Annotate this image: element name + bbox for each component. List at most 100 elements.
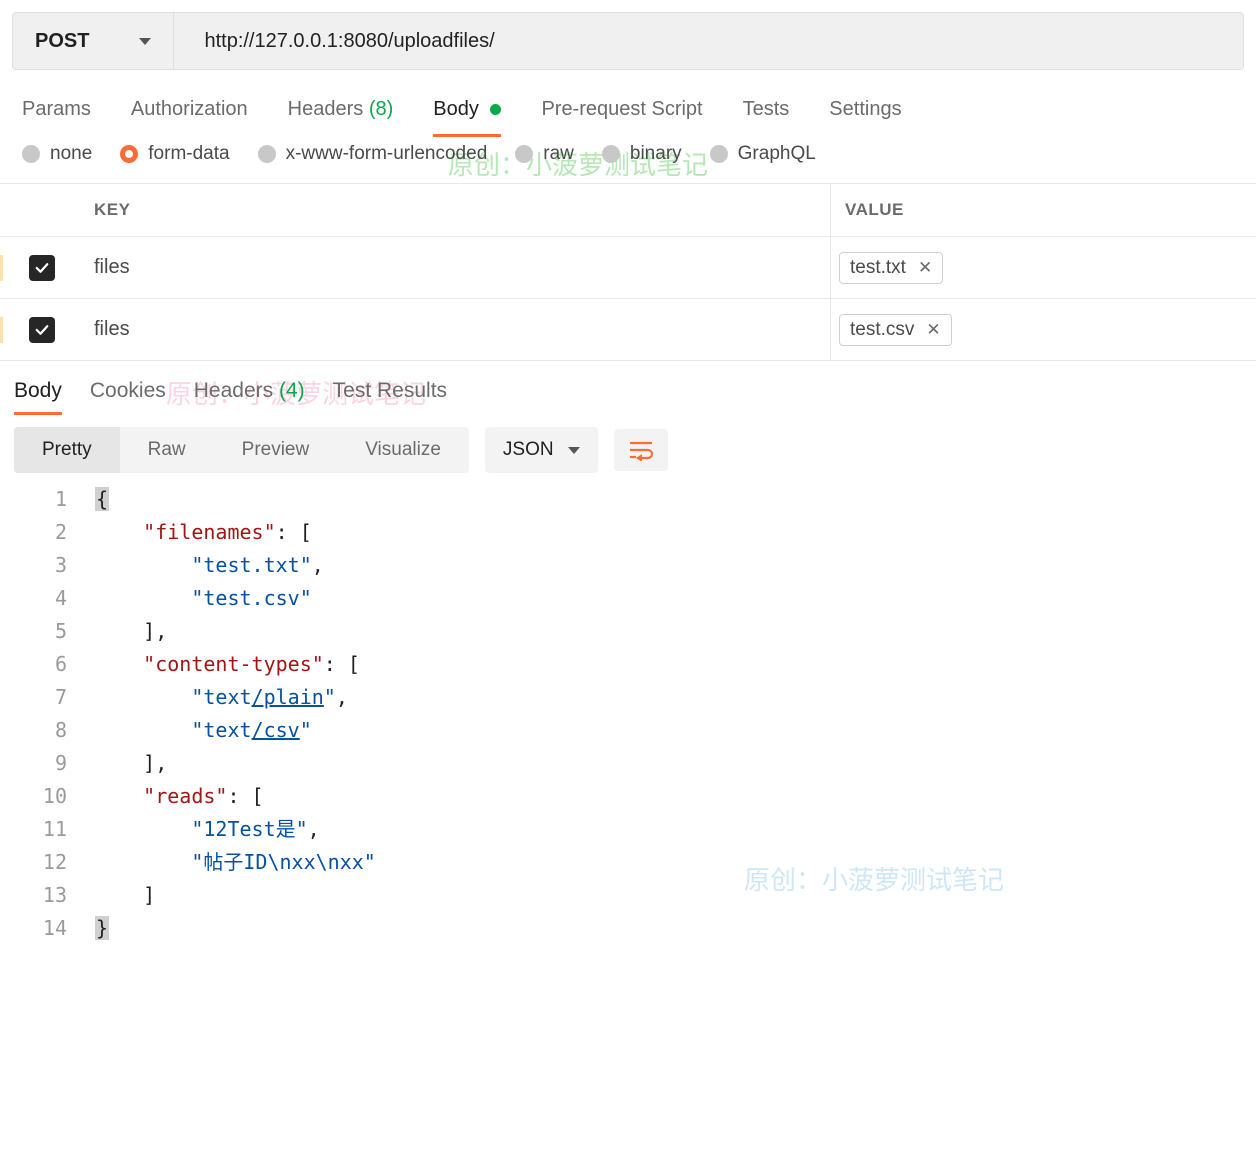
column-value: VALUE [830, 184, 1256, 236]
code-content: { [95, 483, 109, 516]
chevron-down-icon [568, 447, 580, 454]
code-content: ], [95, 615, 167, 648]
code-content: ] [95, 879, 155, 912]
column-key: KEY [80, 184, 830, 236]
line-number: 2 [0, 516, 95, 549]
language-select[interactable]: JSON [485, 427, 598, 473]
tab-params[interactable]: Params [22, 98, 91, 121]
tab-settings[interactable]: Settings [829, 98, 901, 121]
code-line: 8 "text/csv" [0, 714, 1256, 747]
response-tabs: Body Cookies Headers (4) Test Results [0, 361, 1256, 413]
code-line: 13 ] [0, 879, 1256, 912]
response-tab-headers[interactable]: Headers (4) [194, 379, 305, 403]
file-chip-name: test.txt [850, 257, 906, 279]
tab-tests[interactable]: Tests [743, 98, 790, 121]
code-line: 6 "content-types": [ [0, 648, 1256, 681]
tab-pre-request-script[interactable]: Pre-request Script [541, 98, 702, 121]
line-number: 8 [0, 714, 95, 747]
tab-body-label: Body [433, 98, 479, 120]
line-number: 7 [0, 681, 95, 714]
code-content: "filenames": [ [95, 516, 312, 549]
radio-graphql[interactable]: GraphQL [710, 143, 816, 165]
row-key[interactable]: files [80, 318, 830, 341]
code-line: 14} [0, 912, 1256, 945]
code-line: 5 ], [0, 615, 1256, 648]
line-number: 13 [0, 879, 95, 912]
code-line: 1{ [0, 483, 1256, 516]
remove-file-icon[interactable]: ✕ [926, 320, 940, 340]
radio-form-data-label: form-data [148, 143, 229, 165]
view-preview[interactable]: Preview [214, 427, 338, 473]
response-tab-test-results[interactable]: Test Results [333, 379, 447, 403]
row-value[interactable]: test.csv ✕ [830, 299, 1256, 360]
response-headers-label: Headers [194, 379, 273, 402]
radio-raw[interactable]: raw [515, 143, 574, 165]
file-chip: test.csv ✕ [839, 314, 952, 346]
code-content: "reads": [ [95, 780, 264, 813]
radio-form-data[interactable]: form-data [120, 143, 229, 165]
code-content: ], [95, 747, 167, 780]
file-chip: test.txt ✕ [839, 252, 943, 284]
row-checkbox-cell [0, 317, 80, 343]
radio-icon [710, 145, 728, 163]
view-visualize[interactable]: Visualize [337, 427, 469, 473]
radio-graphql-label: GraphQL [738, 143, 816, 165]
tab-headers-label: Headers [288, 98, 364, 120]
code-content: "text/plain", [95, 681, 348, 714]
response-tab-cookies[interactable]: Cookies [90, 379, 166, 403]
line-number: 1 [0, 483, 95, 516]
row-key[interactable]: files [80, 256, 830, 279]
view-mode-group: Pretty Raw Preview Visualize [14, 427, 469, 473]
radio-icon [258, 145, 276, 163]
code-content: "test.csv" [95, 582, 312, 615]
file-chip-name: test.csv [850, 319, 914, 341]
code-line: 10 "reads": [ [0, 780, 1256, 813]
code-content: "text/csv" [95, 714, 312, 747]
line-number: 9 [0, 747, 95, 780]
radio-icon [602, 145, 620, 163]
radio-none-label: none [50, 143, 92, 165]
wrap-icon [628, 439, 654, 461]
tab-body[interactable]: Body [433, 98, 501, 121]
line-number: 12 [0, 846, 95, 879]
line-number: 10 [0, 780, 95, 813]
code-line: 3 "test.txt", [0, 549, 1256, 582]
tab-authorization[interactable]: Authorization [131, 98, 248, 121]
radio-raw-label: raw [543, 143, 574, 165]
url-input[interactable]: http://127.0.0.1:8080/uploadfiles/ [174, 13, 1243, 69]
response-body-code[interactable]: 1{2 "filenames": [3 "test.txt",4 "test.c… [0, 473, 1256, 965]
row-checkbox[interactable] [29, 317, 55, 343]
url-text: http://127.0.0.1:8080/uploadfiles/ [204, 30, 494, 53]
radio-none[interactable]: none [22, 143, 92, 165]
line-number: 4 [0, 582, 95, 615]
chevron-down-icon [139, 38, 151, 45]
view-raw[interactable]: Raw [120, 427, 214, 473]
form-data-header: KEY VALUE [0, 184, 1256, 237]
response-tab-body[interactable]: Body [14, 379, 62, 403]
row-checkbox[interactable] [29, 255, 55, 281]
radio-binary[interactable]: binary [602, 143, 682, 165]
row-value[interactable]: test.txt ✕ [830, 237, 1256, 298]
radio-urlencoded[interactable]: x-www-form-urlencoded [258, 143, 488, 165]
code-content: "帖子ID\nxx\nxx" [95, 846, 376, 879]
tab-headers[interactable]: Headers (8) [288, 98, 394, 121]
radio-icon [515, 145, 533, 163]
line-number: 14 [0, 912, 95, 945]
code-content: "test.txt", [95, 549, 324, 582]
http-method-select[interactable]: POST [13, 13, 174, 69]
row-checkbox-cell [0, 255, 80, 281]
request-bar: POST http://127.0.0.1:8080/uploadfiles/ [12, 12, 1244, 70]
response-headers-count: (4) [279, 379, 305, 402]
line-number: 6 [0, 648, 95, 681]
remove-file-icon[interactable]: ✕ [918, 258, 932, 278]
view-pretty[interactable]: Pretty [14, 427, 120, 473]
table-row: files test.csv ✕ [0, 299, 1256, 361]
wrap-lines-button[interactable] [614, 429, 668, 471]
radio-urlencoded-label: x-www-form-urlencoded [286, 143, 488, 165]
code-line: 12 "帖子ID\nxx\nxx" [0, 846, 1256, 879]
line-number: 3 [0, 549, 95, 582]
code-line: 4 "test.csv" [0, 582, 1256, 615]
http-method-label: POST [35, 30, 89, 53]
code-content: "12Test是", [95, 813, 320, 846]
radio-icon [120, 145, 138, 163]
